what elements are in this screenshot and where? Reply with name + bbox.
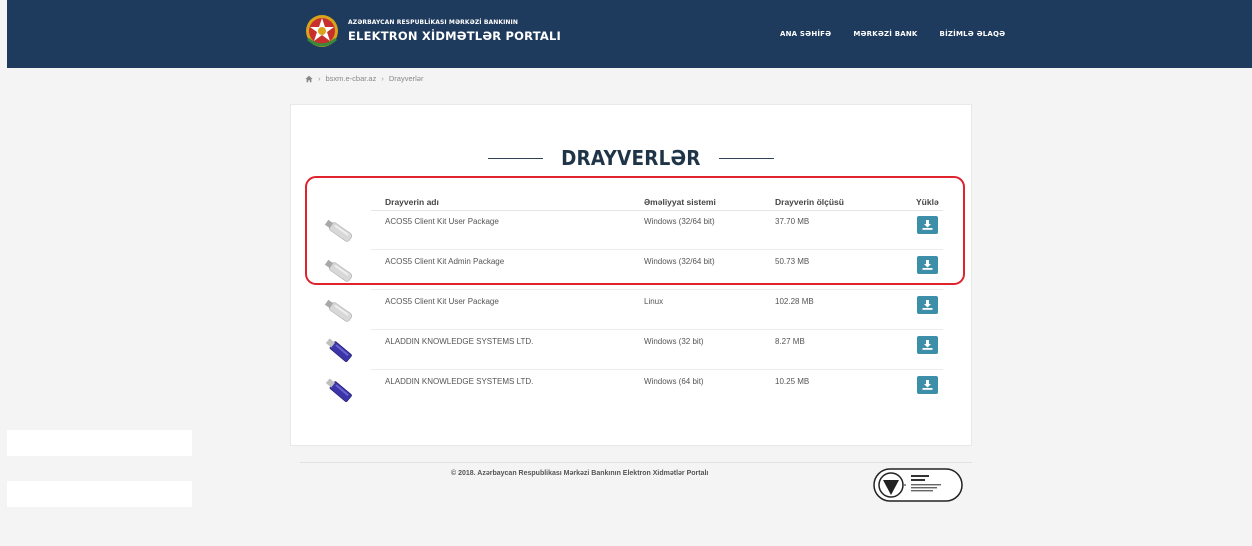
driver-name: ACOS5 Client Kit User Package xyxy=(385,297,499,306)
driver-name: ALADDIN KNOWLEDGE SYSTEMS LTD. xyxy=(385,337,534,346)
main-nav: ANA SƏHİFƏ MƏRKƏZİ BANK BİZİMLƏ ƏLAQƏ xyxy=(780,30,1005,38)
home-icon[interactable] xyxy=(305,75,313,83)
nav-home[interactable]: ANA SƏHİFƏ xyxy=(780,30,831,38)
driver-size: 10.25 MB xyxy=(775,377,810,386)
download-button[interactable] xyxy=(917,376,938,394)
usb-token-blue-icon xyxy=(325,378,352,402)
org-name: AZƏRBAYCAN RESPUBLİKASI MƏRKƏZİ BANKININ xyxy=(348,18,519,26)
download-icon xyxy=(922,300,933,310)
side-blank-panel xyxy=(7,481,192,507)
breadcrumb-separator: › xyxy=(318,74,321,83)
driver-name: ALADDIN KNOWLEDGE SYSTEMS LTD. xyxy=(385,377,534,386)
driver-size: 102.28 MB xyxy=(775,297,814,306)
download-button[interactable] xyxy=(917,296,938,314)
title-divider-right xyxy=(718,157,774,159)
table-row: ACOS5 Client Kit User Package Linux 102.… xyxy=(291,290,971,330)
table-row: ALADDIN KNOWLEDGE SYSTEMS LTD. Windows (… xyxy=(291,370,971,410)
portal-name: ELEKTRON XİDMƏTLƏR PORTALI xyxy=(348,28,561,43)
top-header: AZƏRBAYCAN RESPUBLİKASI MƏRKƏZİ BANKININ… xyxy=(7,0,1252,68)
portal-logo[interactable]: AZƏRBAYCAN RESPUBLİKASI MƏRKƏZİ BANKININ… xyxy=(304,13,561,49)
driver-size: 8.27 MB xyxy=(775,337,805,346)
breadcrumb-current: Drayverlər xyxy=(388,74,424,83)
nav-contact[interactable]: BİZİMLƏ ƏLAQƏ xyxy=(940,30,1006,38)
breadcrumb-site-link[interactable]: bsxm.e-cbar.az xyxy=(326,74,377,83)
title-row: DRAYVERLƏR xyxy=(291,146,971,170)
page-title: DRAYVERLƏR xyxy=(561,146,701,170)
usb-token-white-icon xyxy=(324,299,353,322)
breadcrumb-separator: › xyxy=(381,74,384,83)
driver-os: Windows (32 bit) xyxy=(644,337,704,346)
usb-token-blue-icon xyxy=(325,338,352,362)
bsi-iso-27001-icon xyxy=(873,468,963,502)
highlight-annotation xyxy=(305,176,965,285)
download-button[interactable] xyxy=(917,336,938,354)
driver-os: Linux xyxy=(644,297,664,306)
footer-copyright: © 2018. Azərbaycan Respublikası Mərkəzi … xyxy=(451,470,709,477)
nav-central-bank[interactable]: MƏRKƏZİ BANK xyxy=(853,30,917,38)
footer-divider xyxy=(300,462,972,463)
driver-os: Windows (64 bit) xyxy=(644,377,704,386)
coat-of-arms-icon xyxy=(306,15,338,47)
download-icon xyxy=(922,340,933,350)
title-divider-left xyxy=(488,157,544,159)
side-blank-panel xyxy=(7,430,192,456)
breadcrumb: › bsxm.e-cbar.az › Drayverlər xyxy=(305,74,423,83)
download-icon xyxy=(922,380,933,390)
table-row: ALADDIN KNOWLEDGE SYSTEMS LTD. Windows (… xyxy=(291,330,971,370)
